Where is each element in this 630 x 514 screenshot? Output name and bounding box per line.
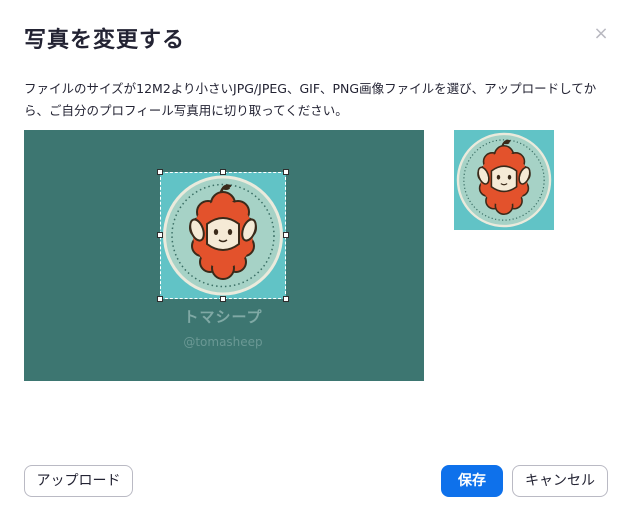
crop-handle-n[interactable] xyxy=(220,169,226,175)
dialog-title: 写真を変更する xyxy=(24,28,186,53)
cancel-button[interactable]: キャンセル xyxy=(512,465,608,497)
crop-handle-s[interactable] xyxy=(220,296,226,302)
crop-handle-ne[interactable] xyxy=(283,169,289,175)
save-button[interactable]: 保存 xyxy=(441,465,503,497)
crop-handle-sw[interactable] xyxy=(157,296,163,302)
crop-handle-nw[interactable] xyxy=(157,169,163,175)
close-icon[interactable]: × xyxy=(592,24,610,44)
upload-button[interactable]: アップロード xyxy=(24,465,133,497)
dialog-description: ファイルのサイズが12M2より小さいJPG/JPEG、GIF、PNG画像ファイル… xyxy=(24,81,597,118)
crop-area[interactable]: トマシープ @tomasheep xyxy=(24,130,424,381)
crop-selection[interactable] xyxy=(160,172,286,299)
brand-name: トマシープ xyxy=(183,308,263,326)
crop-preview xyxy=(454,130,554,230)
crop-handle-e[interactable] xyxy=(283,232,289,238)
crop-handle-se[interactable] xyxy=(283,296,289,302)
sheep-logo-preview-icon xyxy=(456,132,552,228)
crop-handle-w[interactable] xyxy=(157,232,163,238)
brand-handle: @tomasheep xyxy=(183,335,263,349)
